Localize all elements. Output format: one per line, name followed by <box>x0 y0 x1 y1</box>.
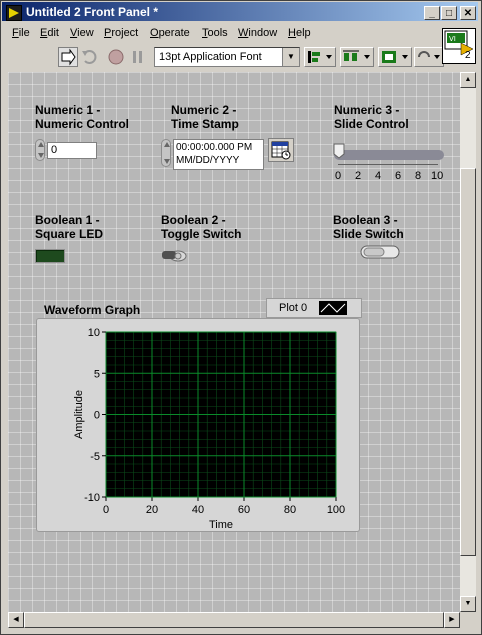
y-tick-label: 10 <box>88 327 100 339</box>
vertical-scroll-thumb[interactable] <box>460 168 476 556</box>
numeric1-field[interactable]: 0 <box>47 142 97 159</box>
run-continuously-icon[interactable] <box>80 47 100 67</box>
legend-series-name: Plot 0 <box>279 302 308 314</box>
calendar-icon <box>271 141 291 160</box>
y-tick-label: 5 <box>94 368 100 380</box>
numeric3-label: Numeric 3 - Slide Control <box>334 103 409 131</box>
scrollbar-corner <box>460 612 476 628</box>
numeric2-label-line2: Time Stamp <box>171 117 239 131</box>
vertical-scrollbar[interactable]: ▲ ▼ <box>460 72 476 612</box>
run-arrow-icon[interactable] <box>58 47 78 67</box>
minimize-button[interactable]: _ <box>424 6 440 20</box>
x-tick-label: 100 <box>327 504 345 516</box>
slide-thumb[interactable] <box>333 143 345 159</box>
numeric1-label: Numeric 1 - Numeric Control <box>35 103 129 131</box>
font-select[interactable]: 13pt Application Font ▼ <box>154 47 300 67</box>
menu-file[interactable]: File <box>12 27 30 39</box>
svg-text:VI: VI <box>449 35 456 43</box>
connector-count: 2 <box>465 50 471 61</box>
horizontal-scrollbar[interactable]: ◀ ▶ <box>8 612 460 628</box>
align-objects-button[interactable] <box>304 47 336 67</box>
scroll-up-icon[interactable]: ▲ <box>460 72 476 88</box>
numeric1-label-line2: Numeric Control <box>35 117 130 131</box>
connector-pane[interactable]: VI 2 <box>442 28 476 64</box>
menu-project[interactable]: Project <box>104 27 138 39</box>
slide-scale <box>338 164 438 168</box>
legend-plot-swatch[interactable] <box>319 301 347 315</box>
slide-tick: 8 <box>415 170 422 182</box>
plot-legend[interactable]: Plot 0 <box>266 298 362 318</box>
numeric1-value: 0 <box>51 144 58 156</box>
x-tick-label: 60 <box>238 504 250 516</box>
calendar-browse-button[interactable] <box>268 138 294 162</box>
menu-help[interactable]: Help <box>288 27 311 39</box>
boolean1-label: Boolean 1 - Square LED <box>35 213 103 241</box>
close-button[interactable]: ✕ <box>460 6 476 20</box>
numeric1-label-line1: Numeric 1 - <box>35 103 101 117</box>
scroll-right-icon[interactable]: ▶ <box>444 612 460 628</box>
boolean2-label-line2: Toggle Switch <box>161 227 242 241</box>
front-panel: Numeric 1 - Numeric Control 0 Numeric 2 … <box>8 72 460 612</box>
pause-icon[interactable] <box>128 47 148 67</box>
y-tick-label: -10 <box>84 492 100 504</box>
x-tick-label: 0 <box>103 504 109 516</box>
boolean3-label-line2: Slide Switch <box>333 227 404 241</box>
timestamp-field[interactable]: 00:00:00.000 PM MM/DD/YYYY <box>173 139 264 170</box>
toolbar: 13pt Application Font ▼ <box>2 43 444 71</box>
slide-tick: 4 <box>375 170 382 182</box>
scroll-down-icon[interactable]: ▼ <box>460 596 476 612</box>
x-tick-label: 40 <box>192 504 204 516</box>
y-axis-label: Amplitude <box>73 390 85 439</box>
slide-tick: 10 <box>431 170 444 182</box>
x-tick-label: 20 <box>146 504 158 516</box>
maximize-button[interactable]: □ <box>441 6 457 20</box>
numeric2-label-line1: Numeric 2 - <box>171 103 237 117</box>
boolean3-label: Boolean 3 - Slide Switch <box>333 213 404 241</box>
slide-tick: 2 <box>355 170 362 182</box>
scroll-left-icon[interactable]: ◀ <box>8 612 24 628</box>
slide-track[interactable] <box>334 150 444 160</box>
numeric1-increment-decrement[interactable] <box>35 139 45 161</box>
boolean2-label: Boolean 2 - Toggle Switch <box>161 213 241 241</box>
slide-tick: 6 <box>395 170 402 182</box>
y-tick-label: 0 <box>94 410 100 422</box>
numeric3-label-line2: Slide Control <box>334 117 409 131</box>
font-select-value: 13pt Application Font <box>159 51 262 63</box>
menu-edit[interactable]: Edit <box>40 27 59 39</box>
menu-tools[interactable]: Tools <box>202 27 228 39</box>
title-bar[interactable]: Untitled 2 Front Panel * _ □ ✕ <box>2 2 478 21</box>
numeric3-label-line1: Numeric 3 - <box>334 103 400 117</box>
window-title: Untitled 2 Front Panel * <box>26 5 159 19</box>
menu-bar: File Edit View Project Operate Tools Win… <box>2 23 442 43</box>
slide-switch[interactable] <box>360 244 400 260</box>
menu-window[interactable]: Window <box>238 27 277 39</box>
boolean1-label-line1: Boolean 1 - <box>35 213 100 227</box>
boolean1-label-line2: Square LED <box>35 227 104 241</box>
x-tick-label: 80 <box>284 504 296 516</box>
boolean3-label-line1: Boolean 3 - <box>333 213 398 227</box>
toggle-switch[interactable] <box>160 245 190 265</box>
graph-title: Waveform Graph <box>44 303 141 317</box>
timestamp-increment-decrement[interactable] <box>161 139 171 167</box>
timestamp-time: 00:00:00.000 PM <box>176 142 253 153</box>
abort-icon[interactable] <box>106 47 126 67</box>
menu-view[interactable]: View <box>70 27 94 39</box>
reorder-button[interactable] <box>414 47 444 67</box>
timestamp-date: MM/DD/YYYY <box>176 155 240 166</box>
distribute-objects-button[interactable] <box>340 47 374 67</box>
menu-operate[interactable]: Operate <box>150 27 190 39</box>
slide-tick: 0 <box>335 170 342 182</box>
x-axis-label: Time <box>209 519 233 531</box>
resize-objects-button[interactable] <box>378 47 412 67</box>
boolean2-label-line1: Boolean 2 - <box>161 213 226 227</box>
y-tick-label: -5 <box>90 451 100 463</box>
numeric2-label: Numeric 2 - Time Stamp <box>171 103 239 131</box>
labview-app-icon[interactable] <box>6 5 22 21</box>
horizontal-scroll-thumb[interactable] <box>24 612 444 628</box>
square-led[interactable] <box>35 249 65 263</box>
waveform-graph[interactable]: 0 20 40 60 80 100 10 5 0 -5 -10 Time Amplitude <box>48 322 358 532</box>
chevron-down-icon[interactable]: ▼ <box>282 48 299 66</box>
